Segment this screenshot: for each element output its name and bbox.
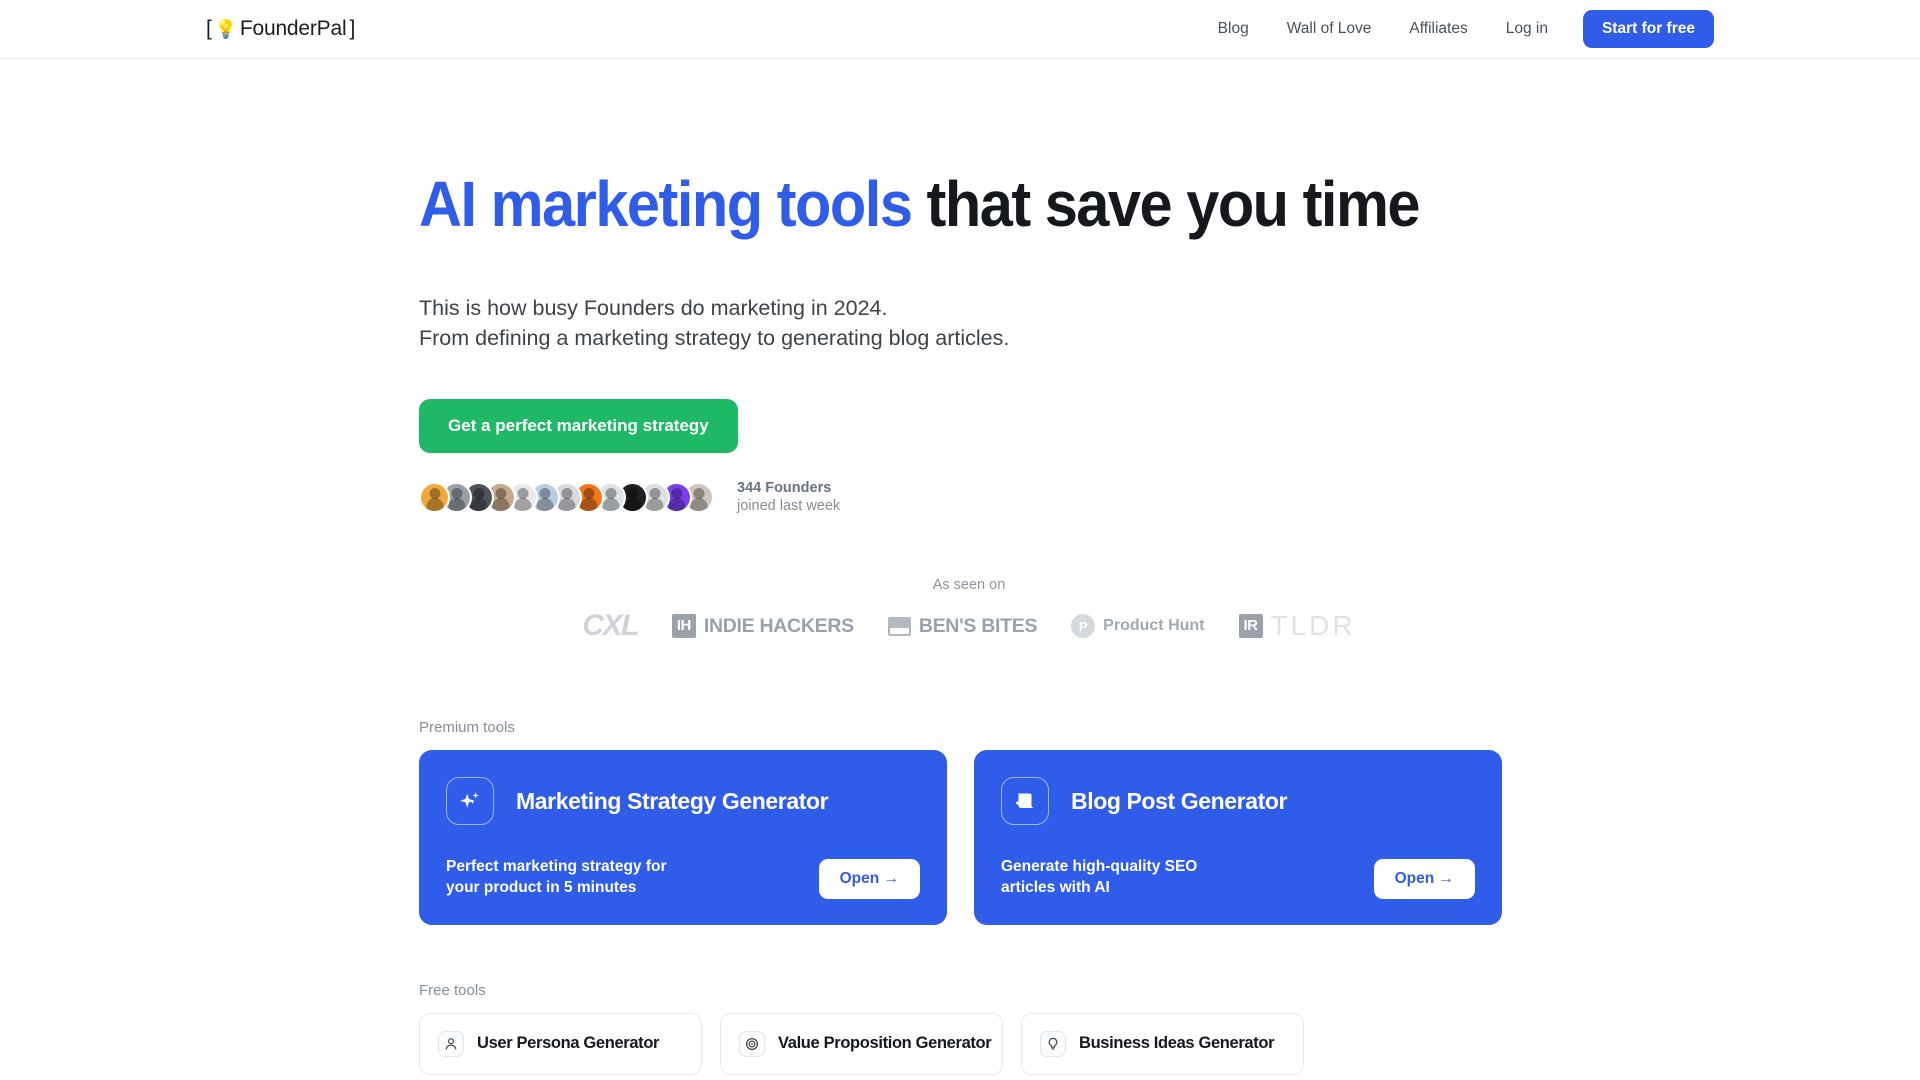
person-icon bbox=[438, 1030, 464, 1057]
target-icon bbox=[739, 1030, 765, 1057]
bens-bites-mark bbox=[887, 616, 911, 636]
premium-tools-section: Premium tools Marketing Strategy Generat… bbox=[419, 719, 1920, 925]
indie-hackers-mark: IH bbox=[671, 614, 696, 639]
headline-rest: that save you time bbox=[911, 168, 1420, 240]
lightbulb-icon bbox=[1040, 1030, 1066, 1057]
card-marketing-strategy-generator[interactable]: Marketing Strategy Generator Perfect mar… bbox=[419, 750, 947, 925]
card-title: Marketing Strategy Generator bbox=[516, 787, 829, 814]
logo-product-hunt: P Product Hunt bbox=[1071, 614, 1205, 639]
card-value-proposition-generator[interactable]: Value Proposition Generator bbox=[720, 1012, 1003, 1075]
sparkle-icon bbox=[446, 777, 494, 826]
nav-link-wall-of-love[interactable]: Wall of Love bbox=[1268, 20, 1391, 38]
free-tools-section: Free tools User Persona Generator Value … bbox=[419, 982, 1920, 1075]
subtitle-line-1: This is how busy Founders do marketing i… bbox=[419, 296, 888, 321]
avatar bbox=[419, 481, 450, 513]
card-user-persona-generator[interactable]: User Persona Generator bbox=[419, 1012, 702, 1075]
logo-bens-bites: BEN'S BITES bbox=[887, 614, 1038, 638]
nav-link-blog[interactable]: Blog bbox=[1199, 20, 1268, 38]
free-tools-label: Free tools bbox=[419, 981, 486, 999]
card-blog-post-generator[interactable]: Blog Post Generator Generate high-qualit… bbox=[974, 750, 1502, 925]
card-description: Generate high-quality SEO articles with … bbox=[1001, 857, 1197, 898]
bracket-left: [ bbox=[206, 17, 212, 40]
tldr-text: TLDR bbox=[1270, 610, 1356, 642]
free-card-title: User Persona Generator bbox=[477, 1034, 660, 1053]
get-marketing-strategy-button[interactable]: Get a perfect marketing strategy bbox=[419, 399, 738, 454]
as-seen-on-logos: CXL IH INDIE HACKERS BEN'S BITES P Produ… bbox=[419, 609, 1519, 643]
card-title: Blog Post Generator bbox=[1071, 787, 1288, 814]
card-footer: Perfect marketing strategy for your prod… bbox=[446, 857, 920, 899]
scroll-icon bbox=[1001, 777, 1049, 826]
subtitle-line-2: From defining a marketing strategy to ge… bbox=[419, 325, 1010, 350]
nav-link-log-in[interactable]: Log in bbox=[1487, 20, 1567, 38]
bens-bites-text: BEN'S BITES bbox=[918, 614, 1038, 637]
tldr-mark: IR bbox=[1238, 614, 1263, 639]
free-cards-row: User Persona Generator Value Proposition… bbox=[419, 1012, 1920, 1075]
card-desc-line-2: your product in 5 minutes bbox=[446, 878, 637, 896]
top-navigation-bar: [ 💡 FounderPal ] Blog Wall of Love Affil… bbox=[0, 0, 1920, 59]
hero-subtitle: This is how busy Founders do marketing i… bbox=[419, 294, 1920, 353]
social-proof: 344 Founders joined last week bbox=[419, 479, 1920, 515]
card-business-ideas-generator[interactable]: Business Ideas Generator bbox=[1021, 1012, 1304, 1075]
nav-link-affiliates[interactable]: Affiliates bbox=[1390, 20, 1486, 38]
logo-indie-hackers: IH INDIE HACKERS bbox=[671, 614, 854, 639]
premium-tools-label: Premium tools bbox=[419, 719, 515, 737]
card-header: Marketing Strategy Generator bbox=[446, 777, 920, 826]
card-footer: Generate high-quality SEO articles with … bbox=[1001, 857, 1475, 899]
brand-name: FounderPal bbox=[239, 17, 347, 40]
as-seen-on-section: As seen on CXL IH INDIE HACKERS BEN'S BI… bbox=[419, 577, 1519, 643]
logo-tldr: IR TLDR bbox=[1238, 610, 1356, 642]
card-desc-line-2: articles with AI bbox=[1001, 878, 1110, 896]
indie-hackers-text: INDIE HACKERS bbox=[703, 614, 854, 637]
social-proof-text: 344 Founders joined last week bbox=[737, 479, 840, 515]
logo-cxl: CXL bbox=[582, 609, 639, 643]
bracket-right: ] bbox=[349, 17, 356, 40]
founders-count: 344 Founders bbox=[737, 480, 832, 497]
card-desc-line-1: Generate high-quality SEO bbox=[1001, 858, 1198, 876]
free-card-title: Value Proposition Generator bbox=[778, 1034, 992, 1053]
open-button-blog-post[interactable]: Open → bbox=[1373, 858, 1475, 899]
page-content: AI marketing tools that save you time Th… bbox=[0, 168, 1920, 1075]
card-desc-line-1: Perfect marketing strategy for bbox=[446, 858, 667, 876]
product-hunt-mark: P bbox=[1071, 614, 1096, 639]
brand-logo[interactable]: [ 💡 FounderPal ] bbox=[206, 17, 355, 41]
card-description: Perfect marketing strategy for your prod… bbox=[446, 857, 667, 898]
nav-links-group: Blog Wall of Love Affiliates Log in Star… bbox=[1199, 10, 1714, 48]
headline-highlight: AI marketing tools bbox=[419, 168, 913, 240]
founders-subtext: joined last week bbox=[737, 498, 841, 515]
start-for-free-button[interactable]: Start for free bbox=[1582, 10, 1714, 48]
as-seen-on-label: As seen on bbox=[932, 577, 1006, 594]
avatar-group bbox=[419, 481, 714, 513]
open-button-marketing-strategy[interactable]: Open → bbox=[818, 858, 920, 899]
free-card-title: Business Ideas Generator bbox=[1079, 1034, 1275, 1053]
premium-cards-row: Marketing Strategy Generator Perfect mar… bbox=[419, 750, 1920, 925]
page-title: AI marketing tools that save you time bbox=[419, 168, 1815, 240]
product-hunt-text: Product Hunt bbox=[1103, 617, 1205, 635]
lightbulb-icon: 💡 bbox=[214, 19, 237, 39]
card-header: Blog Post Generator bbox=[1001, 777, 1475, 826]
